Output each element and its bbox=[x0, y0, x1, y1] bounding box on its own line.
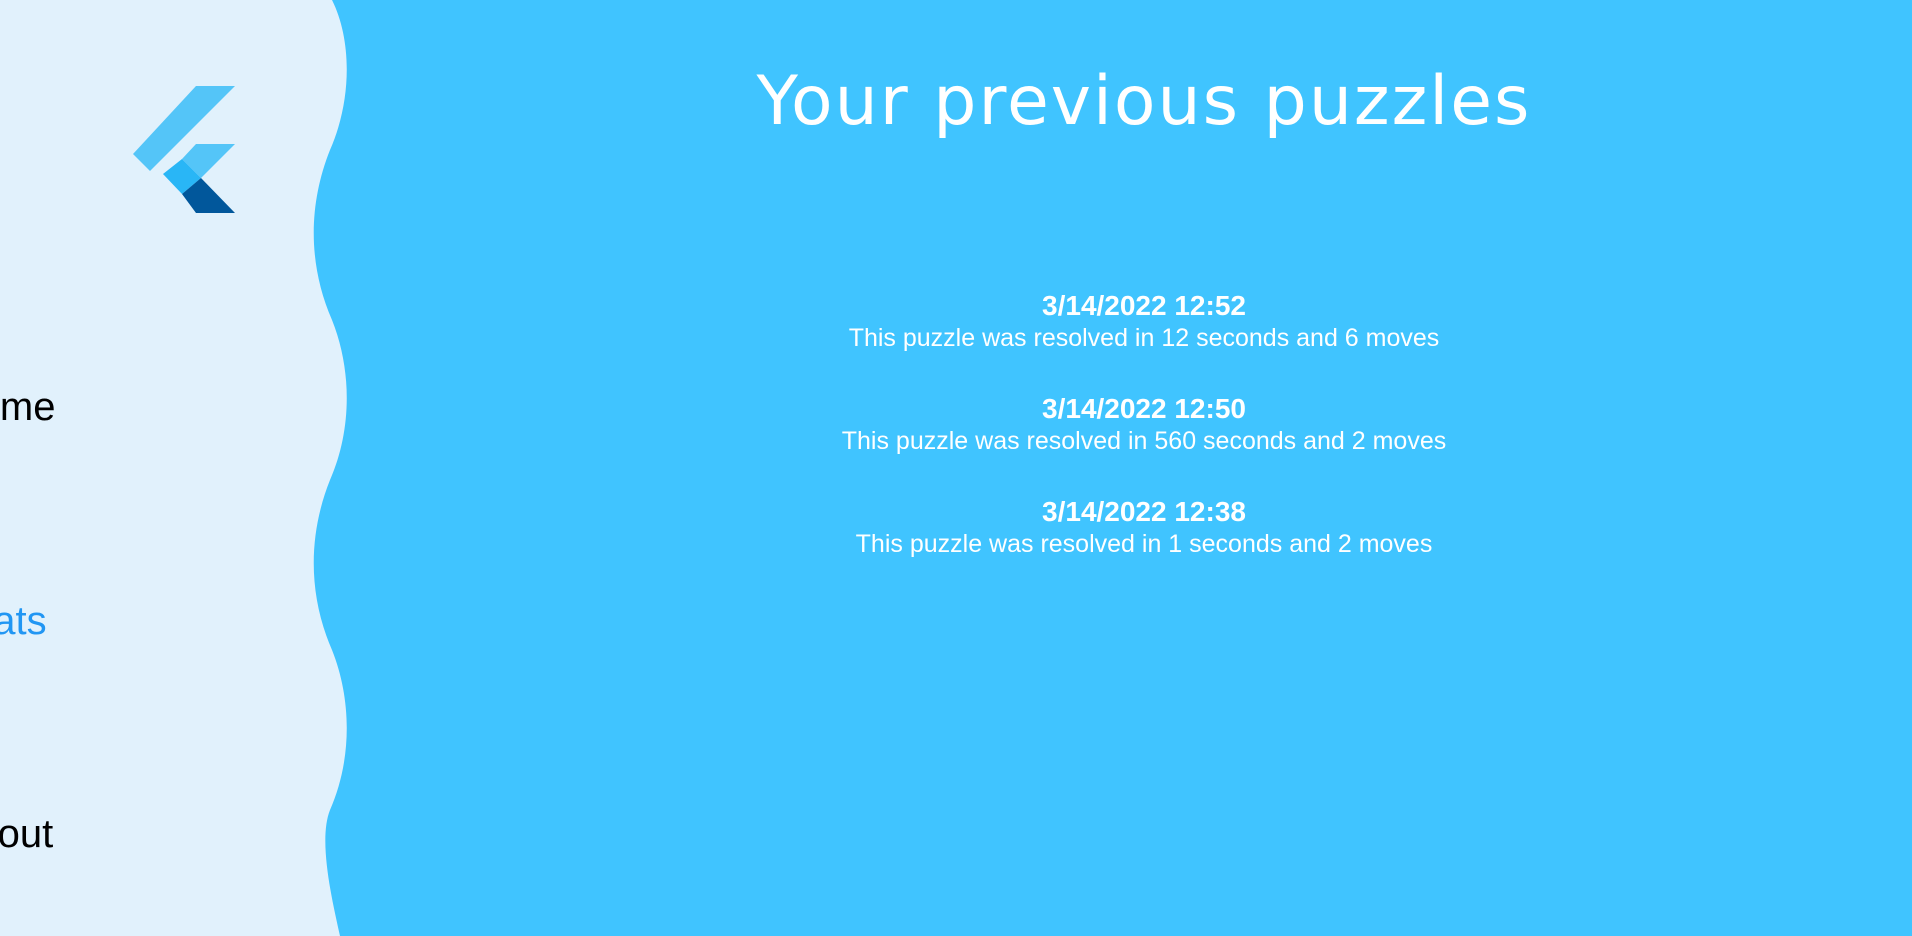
puzzle-description: This puzzle was resolved in 560 seconds … bbox=[841, 427, 1447, 455]
flutter-logo-icon bbox=[133, 86, 235, 213]
list-item: 3/14/2022 12:50 This puzzle was resolved… bbox=[300, 392, 1912, 495]
sidebar-item-game[interactable]: Game bbox=[0, 383, 186, 431]
puzzle-history-list: 3/14/2022 12:52 This puzzle was resolved… bbox=[300, 289, 1912, 598]
list-item: 3/14/2022 12:52 This puzzle was resolved… bbox=[300, 289, 1912, 392]
sidebar-item-stats[interactable]: Stats bbox=[0, 597, 186, 645]
puzzle-description: This puzzle was resolved in 1 seconds an… bbox=[855, 530, 1433, 558]
app-window: Game Stats About Your previous puzzles 3… bbox=[0, 0, 1912, 936]
sidebar-item-about[interactable]: About bbox=[0, 810, 186, 858]
stats-page: Your previous puzzles 3/14/2022 12:52 Th… bbox=[300, 0, 1912, 936]
puzzle-description: This puzzle was resolved in 12 seconds a… bbox=[848, 324, 1440, 352]
puzzle-date: 3/14/2022 12:38 bbox=[1042, 496, 1246, 527]
list-item: 3/14/2022 12:38 This puzzle was resolved… bbox=[300, 495, 1912, 598]
puzzle-date: 3/14/2022 12:50 bbox=[1042, 393, 1246, 424]
puzzle-date: 3/14/2022 12:52 bbox=[1042, 290, 1246, 321]
page-title: Your previous puzzles bbox=[756, 62, 1532, 141]
